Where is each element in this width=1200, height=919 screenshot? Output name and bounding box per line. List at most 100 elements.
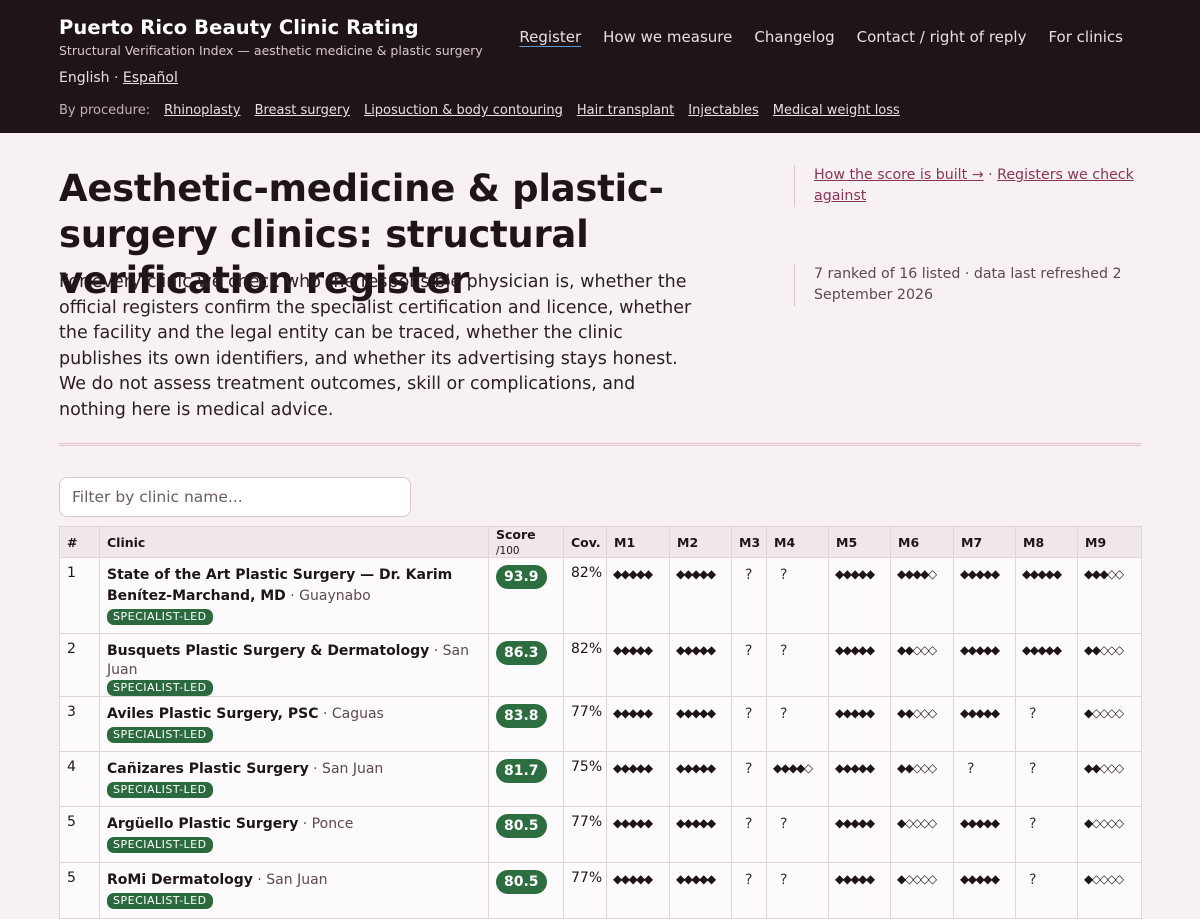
nav-how-we-measure[interactable]: How we measure: [603, 27, 732, 47]
lang-spanish-link[interactable]: Español: [123, 70, 178, 86]
metric-cell-m8: ◆◆◆◆◆: [1015, 557, 1078, 634]
rank-cell: 4: [59, 751, 100, 807]
metric-rating: ◆◆◇◇◇: [897, 761, 937, 775]
metric-cell-m6: ◆◆◇◇◇: [890, 751, 954, 807]
clinic-cell: Argüello Plastic Surgery · Ponce SPECIALI…: [99, 806, 489, 863]
nav-register[interactable]: Register: [519, 27, 581, 47]
score-cell: 80.5: [488, 806, 564, 863]
procedure-link-injectables[interactable]: Injectables: [688, 103, 759, 118]
table-row[interactable]: 3 Aviles Plastic Surgery, PSC · Caguas SPE…: [59, 696, 1142, 752]
metric-cell-m4: ?: [766, 806, 829, 863]
clinic-name-link[interactable]: Busquets Plastic Surgery & Dermatology: [107, 643, 429, 659]
clinic-city: · San Juan: [308, 761, 384, 777]
col-header-m9[interactable]: M9: [1077, 526, 1142, 558]
metric-cell-m6: ◆◇◇◇◇: [890, 862, 954, 919]
procedure-link-breast-surgery[interactable]: Breast surgery: [255, 103, 350, 118]
specialist-badge: SPECIALIST-LED: [107, 727, 213, 743]
procedure-link-weight-loss[interactable]: Medical weight loss: [773, 103, 900, 118]
metric-rating: ◆◆◆◆◆: [960, 643, 1000, 657]
metric-cell-m7: ◆◆◆◆◆: [953, 862, 1016, 919]
coverage-cell: 77%: [563, 806, 607, 863]
specialist-badge: SPECIALIST-LED: [107, 893, 213, 909]
metric-cell-m8: ?: [1015, 751, 1078, 807]
table-row[interactable]: 1 State of the Art Plastic Surgery — Dr. …: [59, 557, 1142, 634]
coverage-cell: 77%: [563, 696, 607, 752]
table-row[interactable]: 2 Busquets Plastic Surgery & Dermatology …: [59, 633, 1142, 697]
score-pill: 83.8: [496, 704, 547, 728]
col-header-clinic[interactable]: Clinic: [99, 526, 489, 558]
metric-rating: ◆◆◆◆◆: [1022, 643, 1062, 657]
table-row[interactable]: 5 Argüello Plastic Surgery · Ponce SPECIAL…: [59, 806, 1142, 863]
clinic-name-link[interactable]: Cañizares Plastic Surgery: [107, 761, 309, 777]
metric-cell-m8: ?: [1015, 806, 1078, 863]
metric-rating: ◆◆◆◇◇: [1084, 567, 1124, 581]
procedure-link-hair-transplant[interactable]: Hair transplant: [577, 103, 674, 118]
metric-rating: ?: [780, 816, 788, 832]
section-divider: [59, 443, 1141, 446]
col-header-m6[interactable]: M6: [890, 526, 954, 558]
metric-rating: ?: [1029, 816, 1037, 832]
methodology-links: How the score is built → · Registers we …: [794, 165, 1144, 207]
metric-cell-m1: ◆◆◆◆◆: [606, 557, 670, 634]
metric-cell-m3: ?: [731, 862, 767, 919]
clinic-name-link[interactable]: RoMi Dermatology: [107, 872, 253, 888]
col-header-rank[interactable]: #: [59, 526, 100, 558]
procedure-link-rhinoplasty[interactable]: Rhinoplasty: [164, 103, 240, 118]
metric-cell-m6: ◆◆◇◇◇: [890, 633, 954, 697]
clinic-city: · Ponce: [298, 816, 354, 832]
clinic-cell: Cañizares Plastic Surgery · San Juan SPEC…: [99, 751, 489, 807]
col-header-m3[interactable]: M3: [731, 526, 767, 558]
metric-rating: ◆◆◆◆◆: [676, 761, 716, 775]
metric-cell-m8: ◆◆◆◆◆: [1015, 633, 1078, 697]
nav-for-clinics[interactable]: For clinics: [1048, 27, 1123, 47]
metric-cell-m8: ?: [1015, 862, 1078, 919]
metric-cell-m3: ?: [731, 806, 767, 863]
table-body: 1 State of the Art Plastic Surgery — Dr. …: [59, 557, 1142, 919]
metric-rating: ◆◆◆◆◆: [960, 816, 1000, 830]
site-header: Puerto Rico Beauty Clinic Rating Structu…: [0, 0, 1200, 133]
metric-cell-m3: ?: [731, 696, 767, 752]
metric-rating: ◆◆◆◆◆: [613, 872, 653, 886]
col-header-m7[interactable]: M7: [953, 526, 1016, 558]
language-switcher: English · Español: [59, 70, 178, 86]
nav-contact[interactable]: Contact / right of reply: [857, 27, 1027, 47]
procedure-link-liposuction[interactable]: Liposuction & body contouring: [364, 103, 563, 118]
metric-cell-m5: ◆◆◆◆◆: [828, 557, 891, 634]
metric-rating: ◆◇◇◇◇: [1084, 706, 1124, 720]
link-separator: ·: [983, 167, 998, 183]
clinic-name-link[interactable]: Aviles Plastic Surgery, PSC: [107, 706, 319, 722]
clinic-filter-input[interactable]: [59, 477, 411, 517]
clinic-ranking-table: # Clinic Score /100 Cov. M1 M2 M3 M4 M5 …: [59, 526, 1142, 919]
coverage-cell: 82%: [563, 633, 607, 697]
score-method-link[interactable]: How the score is built →: [814, 167, 984, 183]
metric-rating: ◆◇◇◇◇: [1084, 872, 1124, 886]
metric-rating: ◆◆◇◇◇: [1084, 643, 1124, 657]
specialist-badge: SPECIALIST-LED: [107, 609, 213, 625]
score-header-label: Score: [496, 527, 536, 542]
metric-cell-m2: ◆◆◆◆◆: [669, 862, 732, 919]
col-header-m1[interactable]: M1: [606, 526, 670, 558]
metric-rating: ?: [745, 761, 753, 777]
clinic-name-link[interactable]: Argüello Plastic Surgery: [107, 816, 298, 832]
metric-cell-m4: ◆◆◆◆◇: [766, 751, 829, 807]
procedure-label: By procedure:: [59, 103, 151, 118]
col-header-score[interactable]: Score /100: [488, 526, 564, 558]
table-row[interactable]: 4 Cañizares Plastic Surgery · San Juan SPE…: [59, 751, 1142, 807]
metric-rating: ◆◆◇◇◇: [1084, 761, 1124, 775]
metric-rating: ◆◆◇◇◇: [897, 706, 937, 720]
metric-cell-m3: ?: [731, 751, 767, 807]
nav-changelog[interactable]: Changelog: [754, 27, 834, 47]
clinic-city: · Guaynabo: [285, 588, 371, 604]
table-row[interactable]: 5 RoMi Dermatology · San Juan SPECIALIST-L…: [59, 862, 1142, 919]
col-header-m8[interactable]: M8: [1015, 526, 1078, 558]
metric-rating: ◆◆◇◇◇: [897, 643, 937, 657]
metric-cell-m6: ◆◆◇◇◇: [890, 696, 954, 752]
col-header-coverage[interactable]: Cov.: [563, 526, 607, 558]
metric-rating: ?: [745, 872, 753, 888]
col-header-m5[interactable]: M5: [828, 526, 891, 558]
register-meta: 7 ranked of 16 listed · data last refres…: [794, 264, 1144, 306]
metric-rating: ◆◆◆◆◆: [613, 816, 653, 830]
col-header-m2[interactable]: M2: [669, 526, 732, 558]
clinic-name-link[interactable]: State of the Art Plastic Surgery — Dr. K…: [107, 567, 452, 604]
col-header-m4[interactable]: M4: [766, 526, 829, 558]
